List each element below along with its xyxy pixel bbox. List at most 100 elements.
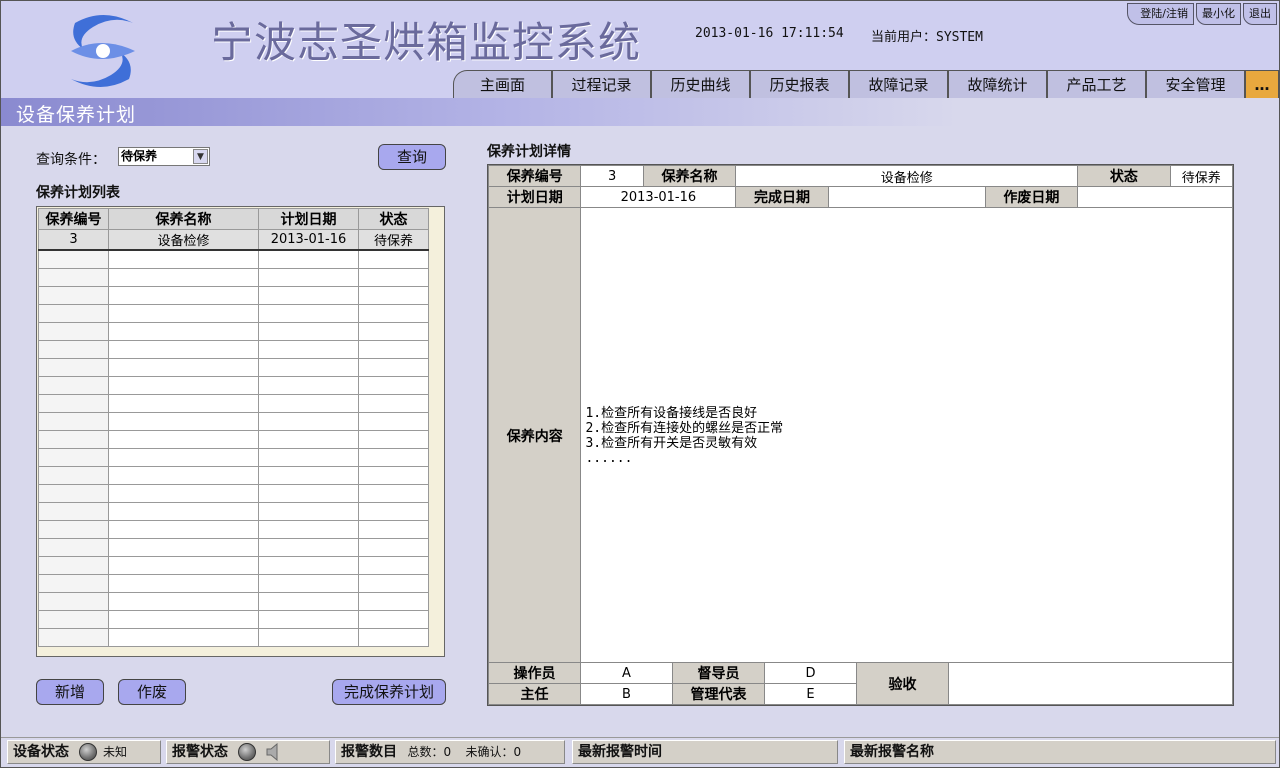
- col-id-header[interactable]: 保养编号: [38, 208, 109, 230]
- table-cell: [358, 609, 429, 629]
- alarm-status-label: 报警状态: [172, 744, 228, 760]
- table-cell: [258, 375, 359, 395]
- supervisor-value: D: [764, 662, 857, 684]
- table-cell: [358, 591, 429, 611]
- tab-history-curve[interactable]: 历史曲线: [651, 70, 750, 99]
- device-status-label: 设备状态: [13, 744, 69, 760]
- director-value: B: [580, 683, 673, 705]
- latest-alarm-time-label: 最新报警时间: [578, 744, 662, 760]
- manager-label: 管理代表: [672, 683, 765, 705]
- table-row[interactable]: [38, 285, 429, 305]
- table-row[interactable]: [38, 609, 429, 629]
- datetime: 2013-01-16 17:11:54: [695, 26, 844, 41]
- operator-value: A: [580, 662, 673, 684]
- table-cell: [358, 393, 429, 413]
- table-cell: [358, 357, 429, 377]
- table-cell: [38, 465, 109, 485]
- col-date-header[interactable]: 计划日期: [258, 208, 359, 230]
- table-row[interactable]: [38, 483, 429, 503]
- query-condition-value: 待保养: [121, 149, 158, 163]
- table-row[interactable]: [38, 249, 429, 269]
- table-cell: [38, 285, 109, 305]
- table-row[interactable]: [38, 573, 429, 593]
- table-cell: [358, 267, 429, 287]
- device-status-led-icon: [79, 743, 97, 761]
- table-cell: [108, 303, 259, 323]
- tab-more[interactable]: …: [1245, 70, 1279, 99]
- tab-process-record[interactable]: 过程记录: [552, 70, 651, 99]
- cell-status: 待保养: [358, 229, 429, 251]
- table-row[interactable]: [38, 267, 429, 287]
- table-cell: [38, 303, 109, 323]
- table-row[interactable]: [38, 555, 429, 575]
- exit-button[interactable]: 退出: [1243, 3, 1277, 25]
- table-row[interactable]: 3 设备检修 2013-01-16 待保养: [38, 229, 429, 251]
- table-cell: [358, 483, 429, 503]
- table-row[interactable]: [38, 627, 429, 647]
- table-cell: [38, 267, 109, 287]
- table-row[interactable]: [38, 375, 429, 395]
- table-row[interactable]: [38, 591, 429, 611]
- table-cell: [258, 519, 359, 539]
- tab-history-report[interactable]: 历史报表: [750, 70, 849, 99]
- table-cell: [38, 537, 109, 557]
- table-cell: [358, 303, 429, 323]
- col-name-header[interactable]: 保养名称: [108, 208, 259, 230]
- table-cell: [258, 501, 359, 521]
- cell-date: 2013-01-16: [258, 229, 359, 251]
- table-cell: [258, 339, 359, 359]
- login-logout-button[interactable]: 登陆/注销: [1127, 3, 1194, 25]
- alarm-status-led-icon: [238, 743, 256, 761]
- speaker-icon[interactable]: [266, 742, 282, 762]
- detail-void-date-label: 作废日期: [984, 186, 1079, 208]
- table-cell: [38, 573, 109, 593]
- table-row[interactable]: [38, 339, 429, 359]
- table-cell: [358, 339, 429, 359]
- tab-product-process[interactable]: 产品工艺: [1047, 70, 1146, 99]
- table-row[interactable]: [38, 465, 429, 485]
- table-cell: [108, 555, 259, 575]
- table-row[interactable]: [38, 501, 429, 521]
- chevron-down-icon[interactable]: ▼: [193, 149, 208, 164]
- tab-security[interactable]: 安全管理: [1146, 70, 1245, 99]
- table-cell: [108, 429, 259, 449]
- detail-table: 保养编号 3 保养名称 设备检修 状态 待保养 计划日期 2013-01-16 …: [487, 165, 1234, 664]
- detail-title: 保养计划详情: [487, 144, 571, 160]
- latest-alarm-name: 最新报警名称: [844, 740, 1276, 764]
- table-row[interactable]: [38, 393, 429, 413]
- tab-main[interactable]: 主画面: [453, 70, 552, 99]
- add-button[interactable]: 新增: [36, 679, 104, 705]
- minimize-button[interactable]: 最小化: [1196, 3, 1241, 25]
- table-cell: [258, 249, 359, 269]
- complete-plan-button[interactable]: 完成保养计划: [332, 679, 446, 705]
- table-row[interactable]: [38, 429, 429, 449]
- table-row[interactable]: [38, 537, 429, 557]
- table-row[interactable]: [38, 411, 429, 431]
- table-cell: [38, 321, 109, 341]
- table-cell: [258, 627, 359, 647]
- tab-fault-record[interactable]: 故障记录: [849, 70, 948, 99]
- nav-bar: 主画面 过程记录 历史曲线 历史报表 故障记录 故障统计 产品工艺 安全管理 …: [453, 70, 1279, 99]
- col-status-header[interactable]: 状态: [358, 208, 429, 230]
- table-cell: [38, 249, 109, 269]
- table-cell: [358, 627, 429, 647]
- detail-content-label: 保养内容: [487, 207, 582, 664]
- current-user: 当前用户：SYSTEM: [871, 30, 983, 45]
- void-button[interactable]: 作废: [118, 679, 186, 705]
- manager-value: E: [764, 683, 857, 705]
- table-cell: [38, 609, 109, 629]
- tab-fault-stats[interactable]: 故障统计: [948, 70, 1047, 99]
- table-row[interactable]: [38, 321, 429, 341]
- detail-content-value: 1.检查所有设备接线是否良好 2.检查所有连接处的螺丝是否正常 3.检查所有开关…: [580, 207, 1233, 664]
- device-status: 设备状态 未知: [7, 740, 161, 764]
- query-condition-select[interactable]: 待保养 ▼: [118, 147, 210, 166]
- page-title: 设备保养计划: [16, 104, 137, 126]
- table-row[interactable]: [38, 447, 429, 467]
- table-row[interactable]: [38, 519, 429, 539]
- table-row[interactable]: [38, 357, 429, 377]
- latest-alarm-time: 最新报警时间: [572, 740, 838, 764]
- query-button[interactable]: 查询: [378, 144, 446, 170]
- table-cell: [38, 429, 109, 449]
- table-row[interactable]: [38, 303, 429, 323]
- table-cell: [38, 393, 109, 413]
